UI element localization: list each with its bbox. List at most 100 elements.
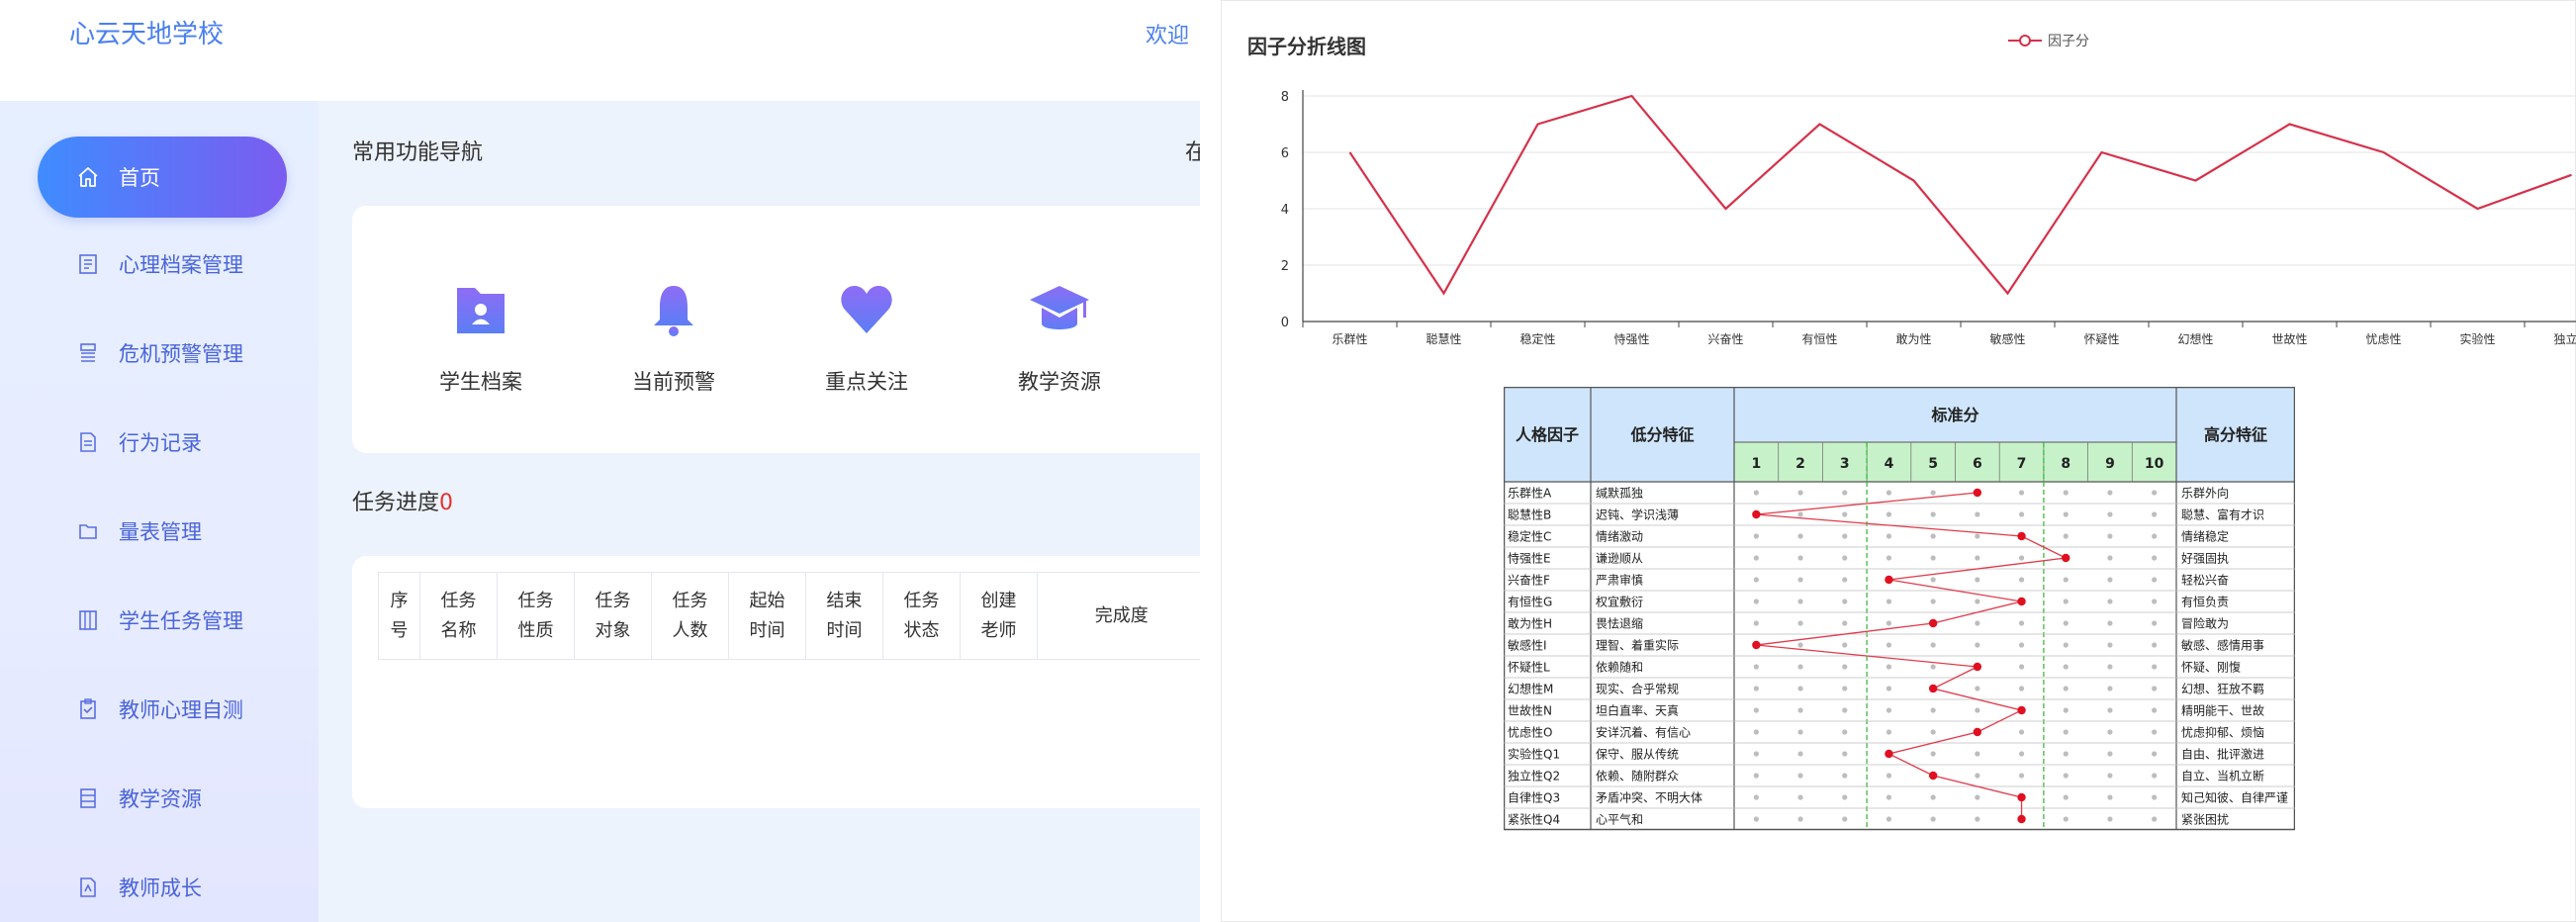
sidebar-item-crisis[interactable]: 危机预警管理 (38, 313, 287, 394)
growth-icon (75, 875, 101, 900)
scale-label: 9 (2105, 456, 2115, 472)
factor-name: 独立性Q2 (1508, 769, 1560, 784)
scale-dot (1842, 773, 1848, 779)
scale-dot (1797, 751, 1803, 757)
scale-dot (2107, 511, 2113, 517)
sidebar-item-label: 危机预警管理 (119, 342, 243, 366)
scale-dot (2063, 620, 2069, 626)
sidebar-item-label: 心理档案管理 (119, 253, 243, 277)
scale-dot (1842, 707, 1848, 713)
low-trait: 迟钝、学识浅薄 (1596, 507, 1679, 522)
scale-dot (2107, 642, 2113, 648)
task-table: 序号 任务名称 任务性质 任务对象 任务人数 起始时间 结束时间 任务状态 创建… (378, 572, 1200, 660)
report-panel: 因子分折线图 因子分 0 2 4 6 8 乐群性 聪慧性 稳定性 恃强性 兴奋性 有恒性 敢为性 敏感性… (1221, 0, 2576, 922)
scale-dot (1797, 599, 1803, 604)
scale-dot (1842, 642, 1848, 648)
scale-dot (1842, 620, 1848, 626)
edge-text: 在 (1185, 140, 1200, 165)
scale-dot (2018, 751, 2025, 757)
column-header: 结束时间 (805, 572, 883, 660)
y-tick-label: 0 (1281, 316, 1289, 330)
bell-icon (639, 275, 708, 344)
scale-dot (2018, 773, 2025, 779)
column-header: 完成度 (1037, 572, 1200, 660)
sidebar-item-student-tasks[interactable]: 学生任务管理 (38, 580, 287, 661)
high-trait: 自立、当机立断 (2181, 769, 2264, 784)
sidebar-item-teaching-resources[interactable]: 教学资源 (38, 758, 287, 839)
factor-name: 有恒性G (1508, 596, 1552, 609)
book-icon (75, 785, 101, 811)
quick-student-file[interactable]: 学生档案 (407, 275, 555, 396)
scale-dot (1886, 533, 1892, 539)
sidebar-item-psych-files[interactable]: 心理档案管理 (38, 224, 287, 305)
x-tick-label: 敏感性 (1989, 331, 2025, 346)
scale-dot (1975, 707, 1980, 713)
quick-key-focus[interactable]: 重点关注 (792, 275, 941, 396)
x-tick-label: 实验性 (2459, 331, 2495, 346)
scale-label: 7 (2017, 456, 2027, 472)
scale-dot (2063, 642, 2069, 648)
file-list-icon (75, 251, 101, 277)
high-trait: 好强固执 (2181, 552, 2229, 566)
low-trait: 情绪激动 (1596, 530, 1643, 544)
scale-dot (1930, 751, 1936, 757)
x-tick-label: 聪慧性 (1426, 331, 1461, 346)
scale-dot (2152, 490, 2158, 496)
scale-dot (1753, 729, 1759, 735)
profile-point (1885, 749, 1893, 759)
scale-dot (1886, 773, 1892, 779)
scale-label: 6 (1973, 456, 1982, 472)
high-trait: 幻想、狂放不羁 (2181, 682, 2264, 696)
scale-dot (2152, 686, 2158, 692)
sidebar-item-scales[interactable]: 量表管理 (38, 491, 287, 572)
column-header-label: 完成度 (1094, 604, 1149, 626)
sidebar-item-home[interactable]: 首页 (38, 137, 287, 218)
x-tick-label: 怀疑性 (2083, 331, 2119, 346)
sidebar-item-teacher-selftest[interactable]: 教师心理自测 (38, 669, 287, 750)
scale-dot (2018, 664, 2025, 670)
low-trait: 依赖随和 (1596, 660, 1643, 675)
sidebar: 首页 心理档案管理 危机预警管理 行为记录 量表管理 学生任务管理 教师心理自测… (0, 101, 319, 922)
scale-dot (1753, 816, 1759, 822)
scale-dot (1930, 816, 1936, 822)
personality-profile-table: 人格因子 低分特征 标准分高分特征 1 2 3 4 5 6 7 8 9 10 乐群性A 缄默孤独 乐群外向聪慧… (1504, 387, 2295, 831)
scale-dot (2018, 577, 2025, 583)
column-header-label: 起始时间 (749, 590, 785, 641)
quick-current-alert[interactable]: 当前预警 (599, 275, 748, 396)
scale-dot (1975, 599, 1980, 604)
high-trait: 忧虑抑郁、烦恼 (2181, 725, 2264, 740)
scale-dot (2152, 664, 2158, 670)
welcome-text: 欢迎号 (1146, 18, 1200, 49)
sidebar-item-behavior[interactable]: 行为记录 (38, 402, 287, 483)
graduation-cap-icon (1025, 275, 1094, 344)
scale-dot (2063, 490, 2069, 496)
high-trait: 情绪稳定 (2181, 529, 2229, 544)
scale-dot (2152, 555, 2158, 561)
x-tick-label: 恃强性 (1613, 332, 1649, 346)
column-header: 任务名称 (419, 572, 498, 660)
quick-label: 学生档案 (439, 370, 522, 394)
scale-dot (2018, 686, 2025, 692)
high-trait: 乐群外向 (2181, 486, 2229, 501)
quick-teaching-resources[interactable]: 教学资源 (985, 275, 1134, 396)
scale-dot (2107, 773, 2113, 779)
scale-dot (1886, 511, 1892, 517)
task-progress-title: 任务进度0 (352, 485, 453, 516)
x-tick-label: 有恒性 (1801, 332, 1837, 346)
low-trait: 心平气和 (1596, 812, 1643, 827)
high-trait: 聪慧、富有才识 (2181, 507, 2264, 522)
header-factor: 人格因子 (1516, 425, 1579, 444)
scale-dot (1930, 707, 1936, 713)
low-trait: 安详沉着、有信心 (1596, 725, 1691, 740)
factor-name: 幻想性M (1508, 682, 1553, 696)
scale-dot (1886, 490, 1892, 496)
scale-dot (1842, 533, 1848, 539)
scale-dot (1930, 599, 1936, 604)
sidebar-item-teacher-growth[interactable]: 教师成长 (38, 847, 287, 922)
scale-dot (1886, 620, 1892, 626)
scale-dot (1797, 490, 1803, 496)
scale-dot (1753, 707, 1759, 713)
high-trait: 有恒负责 (2181, 596, 2229, 609)
scale-dot (2107, 729, 2113, 735)
scale-dot (1886, 555, 1892, 561)
